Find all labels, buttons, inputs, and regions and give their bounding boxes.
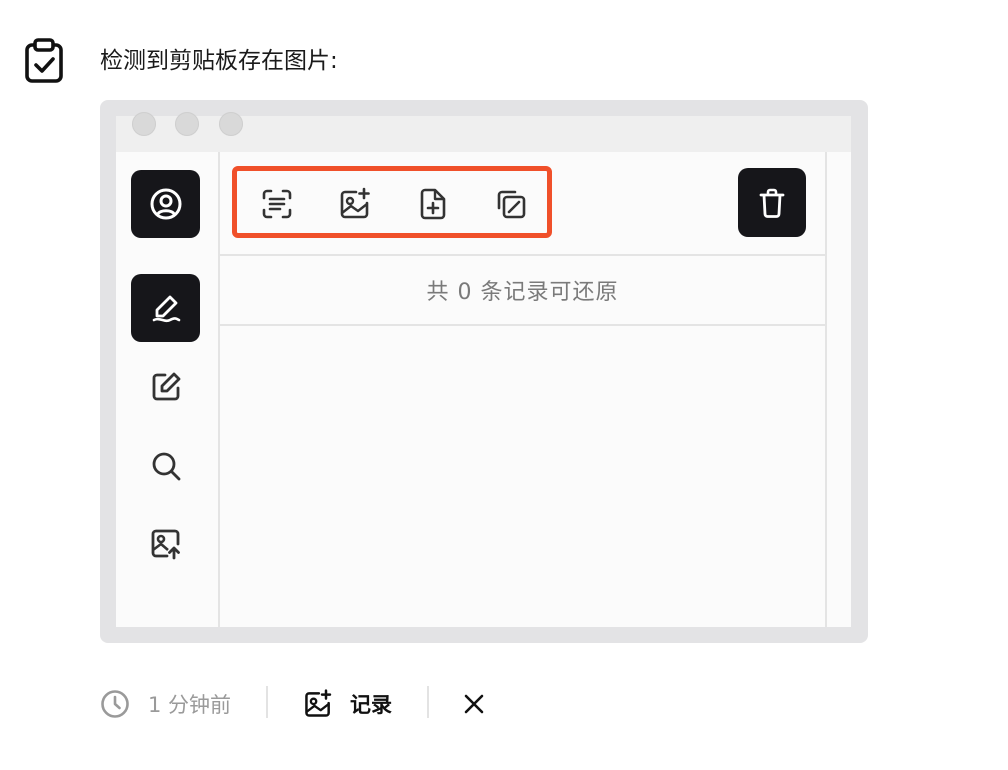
signature-icon xyxy=(152,295,180,323)
file-add-button[interactable] xyxy=(413,184,453,224)
image-upload-icon xyxy=(151,529,180,560)
sidebar-item-edit[interactable] xyxy=(131,353,200,421)
window-titlebar xyxy=(116,112,851,152)
sidebar-item-user[interactable] xyxy=(131,170,200,238)
sidebar-item-signature[interactable] xyxy=(131,274,200,342)
copy-edit-icon xyxy=(497,190,526,219)
sidebar-item-search[interactable] xyxy=(131,432,200,500)
close-icon xyxy=(464,694,484,714)
trash-icon xyxy=(759,188,785,218)
image-add-icon xyxy=(305,689,332,717)
timestamp-text: 1 分钟前 xyxy=(148,693,232,717)
image-add-button[interactable] xyxy=(335,184,375,224)
highlighted-tool-group xyxy=(232,166,552,238)
record-label: 记录 xyxy=(350,693,392,717)
footer: 1 分钟前 记录 xyxy=(100,682,520,726)
divider xyxy=(427,686,429,718)
records-count: 共 0 条记录可还原 xyxy=(220,256,825,326)
record-button[interactable]: 记录 xyxy=(302,682,392,726)
clock-icon xyxy=(101,690,129,718)
user-circle-icon xyxy=(150,188,181,220)
clipboard-detection-page: 检测到剪贴板存在图片: 共 0 条记录可还原 1 分钟前 记录 xyxy=(0,0,1008,770)
sidebar xyxy=(116,152,220,627)
file-add-icon xyxy=(420,188,446,220)
toolbar xyxy=(220,152,825,256)
window-control-dot xyxy=(175,112,199,136)
app-window: 共 0 条记录可还原 xyxy=(116,152,851,627)
close-button[interactable] xyxy=(460,682,488,726)
timestamp: 1 分钟前 xyxy=(100,682,231,726)
main-panel: 共 0 条记录可还原 xyxy=(220,152,827,627)
detection-message: 检测到剪贴板存在图片: xyxy=(100,48,338,74)
trash-button[interactable] xyxy=(738,168,806,237)
text-scan-button[interactable] xyxy=(257,184,297,224)
divider xyxy=(266,686,268,718)
image-add-icon xyxy=(340,187,370,219)
clipboard-check-icon xyxy=(25,38,63,83)
clipboard-image-preview: 共 0 条记录可还原 xyxy=(100,100,868,643)
sidebar-item-image-upload[interactable] xyxy=(131,510,200,578)
copy-edit-button[interactable] xyxy=(491,184,531,224)
window-control-dot xyxy=(219,112,243,136)
window-control-dot xyxy=(132,112,156,136)
search-icon xyxy=(152,452,180,481)
text-scan-icon xyxy=(262,189,292,219)
edit-icon xyxy=(152,372,180,401)
